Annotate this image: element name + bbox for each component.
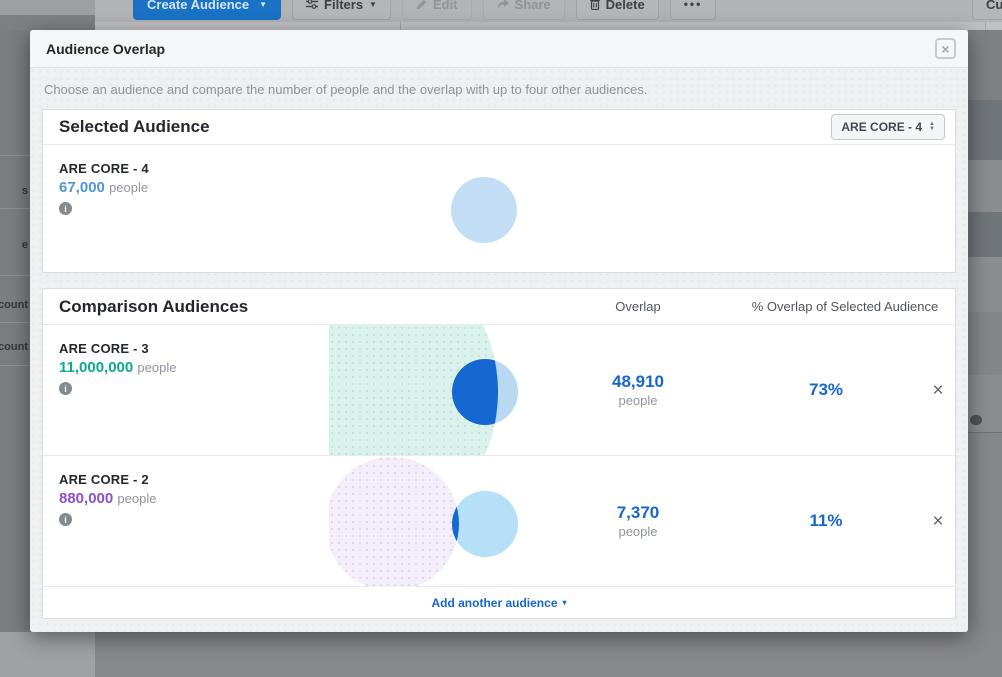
comparison-circle (329, 457, 459, 587)
create-audience-button[interactable]: Create Audience ▼ (133, 0, 281, 20)
comparison-header: Comparison Audiences Overlap % Overlap o… (43, 289, 955, 324)
info-icon[interactable]: i (59, 382, 72, 395)
sidebar-text-fragment: count (0, 341, 28, 353)
section-title: Selected Audience (59, 117, 210, 137)
more-icon: ••• (684, 0, 703, 11)
background-fragment (0, 632, 95, 677)
add-audience-row: Add another audience ▾ (43, 586, 955, 618)
count-value: 880,000 (59, 490, 113, 507)
delete-button[interactable]: Delete (576, 0, 659, 20)
modal-header: Audience Overlap × (30, 30, 968, 68)
overlap-percentage: 73% (733, 380, 919, 400)
add-another-audience-link[interactable]: Add another audience ▾ (431, 596, 566, 610)
more-button[interactable]: ••• (670, 0, 717, 20)
add-link-label: Add another audience (431, 596, 557, 610)
overlap-percentage: 11% (733, 511, 919, 531)
overlap-unit: people (543, 393, 733, 408)
overlap-value: 7,370 (543, 503, 733, 523)
edit-button: Edit (402, 0, 472, 20)
sidebar-text-fragment: count (0, 299, 28, 311)
pencil-icon (416, 0, 427, 10)
chevron-down-icon: ▾ (563, 598, 567, 607)
selected-circle-small (452, 491, 518, 557)
venn-diagram (329, 325, 543, 456)
dropdown-value: ARE CORE - 4 (841, 120, 922, 134)
audience-name: ARE CORE - 3 (59, 341, 329, 356)
background-fragment (95, 632, 1002, 677)
overlap-unit: people (543, 524, 733, 539)
share-button: Share (483, 0, 565, 20)
audience-info: ARE CORE - 2 880,000 people i (43, 456, 329, 528)
close-button[interactable]: × (935, 38, 956, 59)
overlap-cell: 48,910 people (543, 372, 733, 408)
audience-name: ARE CORE - 2 (59, 472, 329, 487)
comparison-row: ARE CORE - 3 11,000,000 people i 48,910 … (43, 324, 955, 455)
sorter-icon: ▲ ▼ (929, 122, 935, 132)
chevron-down-icon: ▼ (369, 0, 377, 9)
filters-label: Filters (324, 0, 363, 12)
pct-column-header: % Overlap of Selected Audience (733, 299, 957, 314)
audience-overlap-modal: Audience Overlap × Choose an audience an… (30, 30, 968, 632)
overlap-cell: 7,370 people (543, 503, 733, 539)
share-arrow-icon (497, 0, 509, 10)
remove-audience-button[interactable]: × (919, 381, 957, 400)
section-title: Comparison Audiences (43, 297, 543, 317)
sidebar-text-fragment: e (22, 239, 28, 251)
count-unit: people (137, 360, 176, 375)
venn-diagram (329, 456, 543, 587)
customise-button-partial[interactable]: Cus (972, 0, 1002, 20)
count-unit: people (117, 491, 156, 506)
selected-audience-row: ARE CORE - 4 67,000 people i (43, 145, 955, 272)
comparison-audiences-card: Comparison Audiences Overlap % Overlap o… (42, 288, 956, 619)
close-icon: × (941, 41, 949, 57)
audience-name: ARE CORE - 4 (59, 161, 955, 176)
create-audience-label: Create Audience (147, 0, 249, 12)
background-sidebar: s e count count (0, 30, 30, 632)
chevron-down-icon: ▼ (259, 0, 267, 9)
comparison-row: ARE CORE - 2 880,000 people i 7,370 peop… (43, 455, 955, 586)
background-fragment (0, 15, 95, 30)
overlap-value: 48,910 (543, 372, 733, 392)
edit-label: Edit (433, 0, 458, 12)
audience-info: ARE CORE - 3 11,000,000 people i (43, 325, 329, 397)
modal-body: Choose an audience and compare the numbe… (30, 68, 968, 632)
remove-audience-button[interactable]: × (919, 512, 957, 531)
modal-description: Choose an audience and compare the numbe… (44, 82, 954, 97)
audience-count: 11,000,000 people (59, 359, 329, 376)
customise-label: Cus (986, 0, 1002, 12)
delete-label: Delete (606, 0, 645, 12)
selected-audience-card: Selected Audience ARE CORE - 4 ▲ ▼ ARE C… (42, 109, 956, 273)
background-table-rows (968, 30, 1002, 632)
overlap-column-header: Overlap (543, 299, 733, 314)
selected-audience-circle (451, 177, 517, 243)
sidebar-text-fragment: s (22, 185, 28, 197)
sliders-icon (306, 0, 318, 10)
modal-title: Audience Overlap (46, 41, 165, 57)
background-toolbar: Create Audience ▼ Filters ▼ Edit Share D… (133, 0, 716, 20)
count-value: 67,000 (59, 179, 105, 196)
selected-audience-header: Selected Audience ARE CORE - 4 ▲ ▼ (43, 110, 955, 145)
background-fragment (0, 0, 95, 15)
audience-count: 880,000 people (59, 490, 329, 507)
count-unit: people (109, 180, 148, 195)
selected-audience-dropdown[interactable]: ARE CORE - 4 ▲ ▼ (831, 114, 945, 140)
info-icon[interactable]: i (59, 202, 72, 215)
sorter-down-icon: ▼ (929, 127, 935, 132)
filters-button[interactable]: Filters ▼ (292, 0, 391, 20)
share-label: Share (515, 0, 551, 12)
count-value: 11,000,000 (59, 359, 133, 376)
info-icon[interactable]: i (59, 513, 72, 526)
trash-icon (590, 0, 600, 10)
